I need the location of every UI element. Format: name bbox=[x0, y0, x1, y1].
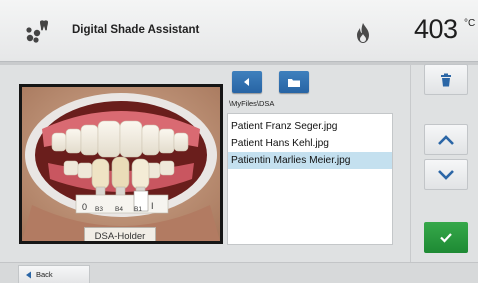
folder-button[interactable] bbox=[279, 71, 309, 93]
back-folder-button[interactable] bbox=[232, 71, 262, 93]
folder-icon bbox=[288, 78, 300, 87]
file-list[interactable]: Patient Franz Seger.jpg Patient Hans Keh… bbox=[227, 113, 393, 245]
mouth-photo-image bbox=[22, 87, 220, 241]
back-label: Back bbox=[36, 270, 53, 279]
back-button[interactable]: Back bbox=[18, 265, 90, 283]
current-path: \MyFiles\DSA bbox=[229, 99, 275, 108]
checkmark-icon bbox=[440, 233, 452, 243]
arrow-left-icon bbox=[244, 78, 249, 86]
shade-photo-preview: 0 B3 B4 B1 I DSA-Holder bbox=[19, 84, 223, 244]
arrow-left-icon bbox=[26, 271, 31, 278]
list-item[interactable]: Patient Hans Kehl.jpg bbox=[228, 135, 392, 152]
dsa-holder-label: DSA-Holder bbox=[84, 227, 156, 241]
chevron-down-icon bbox=[438, 169, 454, 180]
flame-icon bbox=[357, 23, 369, 43]
divider bbox=[0, 62, 478, 65]
tab-label-b1: B1 bbox=[134, 206, 142, 213]
scroll-up-button[interactable] bbox=[424, 124, 468, 155]
app-title: Digital Shade Assistant bbox=[72, 24, 200, 36]
temperature-unit: °C bbox=[464, 18, 476, 29]
trash-icon bbox=[441, 73, 451, 86]
list-item[interactable]: Patientin Marlies Meier.jpg bbox=[228, 152, 392, 169]
tab-label-zero: 0 bbox=[82, 202, 88, 212]
divider bbox=[410, 65, 411, 262]
dental-teeth-icon bbox=[26, 20, 48, 43]
tab-label-b3: B3 bbox=[95, 206, 103, 213]
temperature-readout: 403 bbox=[414, 14, 458, 44]
tab-label-b4: B4 bbox=[115, 206, 123, 213]
list-item[interactable]: Patient Franz Seger.jpg bbox=[228, 118, 392, 135]
delete-button[interactable] bbox=[424, 64, 468, 95]
scroll-down-button[interactable] bbox=[424, 159, 468, 190]
header-bar: Digital Shade Assistant 403 °C bbox=[0, 0, 478, 62]
chevron-up-icon bbox=[438, 134, 454, 145]
tab-label-i: I bbox=[151, 201, 154, 211]
confirm-button[interactable] bbox=[424, 222, 468, 253]
